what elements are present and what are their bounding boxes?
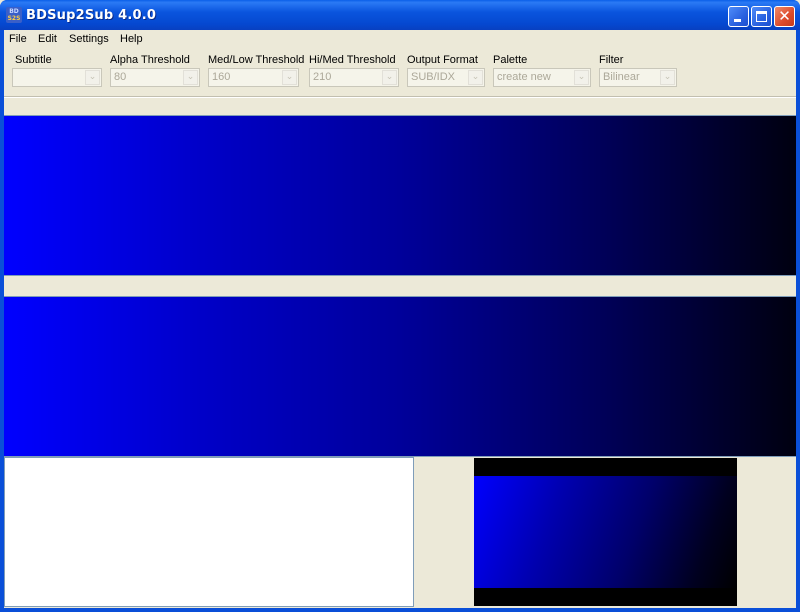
menu-settings[interactable]: Settings — [69, 33, 109, 45]
chevron-down-icon: ⌄ — [382, 70, 397, 85]
app-icon-text-bottom: S2S — [7, 15, 21, 22]
chevron-down-icon: ⌄ — [468, 70, 483, 85]
med-low-threshold-select[interactable]: 160 ⌄ — [208, 68, 299, 87]
subtitle-label: Subtitle — [15, 54, 52, 66]
menu-help[interactable]: Help — [120, 33, 143, 45]
menu-file[interactable]: File — [9, 33, 27, 45]
minimize-button[interactable] — [728, 6, 749, 27]
med-low-threshold-value: 160 — [212, 71, 231, 83]
hi-med-threshold-label: Hi/Med Threshold — [309, 54, 396, 66]
output-format-select[interactable]: SUB/IDX ⌄ — [407, 68, 485, 87]
source-preview-pane[interactable] — [4, 115, 796, 276]
preview-divider — [4, 276, 796, 296]
output-format-label: Output Format — [407, 54, 478, 66]
filter-value: Bilinear — [603, 71, 640, 83]
palette-label: Palette — [493, 54, 528, 66]
chevron-down-icon: ⌄ — [282, 70, 297, 85]
app-icon-text-top: BD — [9, 8, 19, 15]
title-bar[interactable]: BD S2S BDSup2Sub 4.0.0 ✕ — [0, 0, 800, 30]
client-area: File Edit Settings Help Subtitle ⌄ Alpha… — [4, 30, 796, 608]
palette-select[interactable]: create new ⌄ — [493, 68, 591, 87]
close-button[interactable]: ✕ — [774, 6, 795, 27]
output-format-value: SUB/IDX — [411, 71, 456, 83]
hi-med-threshold-value: 210 — [313, 71, 332, 83]
layout-preview-image — [474, 476, 737, 588]
target-preview-pane[interactable] — [4, 296, 796, 457]
status-line — [4, 98, 796, 115]
window-title: BDSup2Sub 4.0.0 — [26, 8, 157, 23]
toolbar: Subtitle ⌄ Alpha Threshold 80 ⌄ Med/Low … — [4, 49, 796, 95]
menu-bar: File Edit Settings Help — [4, 30, 796, 49]
chevron-down-icon: ⌄ — [660, 70, 675, 85]
filter-select[interactable]: Bilinear ⌄ — [599, 68, 677, 87]
palette-value: create new — [497, 71, 551, 83]
maximize-icon — [756, 11, 767, 22]
hi-med-threshold-select[interactable]: 210 ⌄ — [309, 68, 399, 87]
app-window: BD S2S BDSup2Sub 4.0.0 ✕ File Edit Setti… — [0, 0, 800, 612]
menu-edit[interactable]: Edit — [38, 33, 57, 45]
subtitle-select[interactable]: ⌄ — [12, 68, 102, 87]
alpha-threshold-value: 80 — [114, 71, 127, 83]
close-icon: ✕ — [778, 7, 791, 25]
subtitle-info-panel[interactable] — [4, 457, 414, 607]
maximize-button[interactable] — [751, 6, 772, 27]
chevron-down-icon: ⌄ — [183, 70, 198, 85]
app-icon[interactable]: BD S2S — [6, 7, 22, 23]
med-low-threshold-label: Med/Low Threshold — [208, 54, 305, 66]
alpha-threshold-select[interactable]: 80 ⌄ — [110, 68, 200, 87]
chevron-down-icon: ⌄ — [574, 70, 589, 85]
minimize-icon — [734, 19, 741, 22]
layout-preview-frame[interactable] — [474, 458, 737, 606]
filter-label: Filter — [599, 54, 624, 66]
chevron-down-icon: ⌄ — [85, 70, 100, 85]
alpha-threshold-label: Alpha Threshold — [110, 54, 190, 66]
